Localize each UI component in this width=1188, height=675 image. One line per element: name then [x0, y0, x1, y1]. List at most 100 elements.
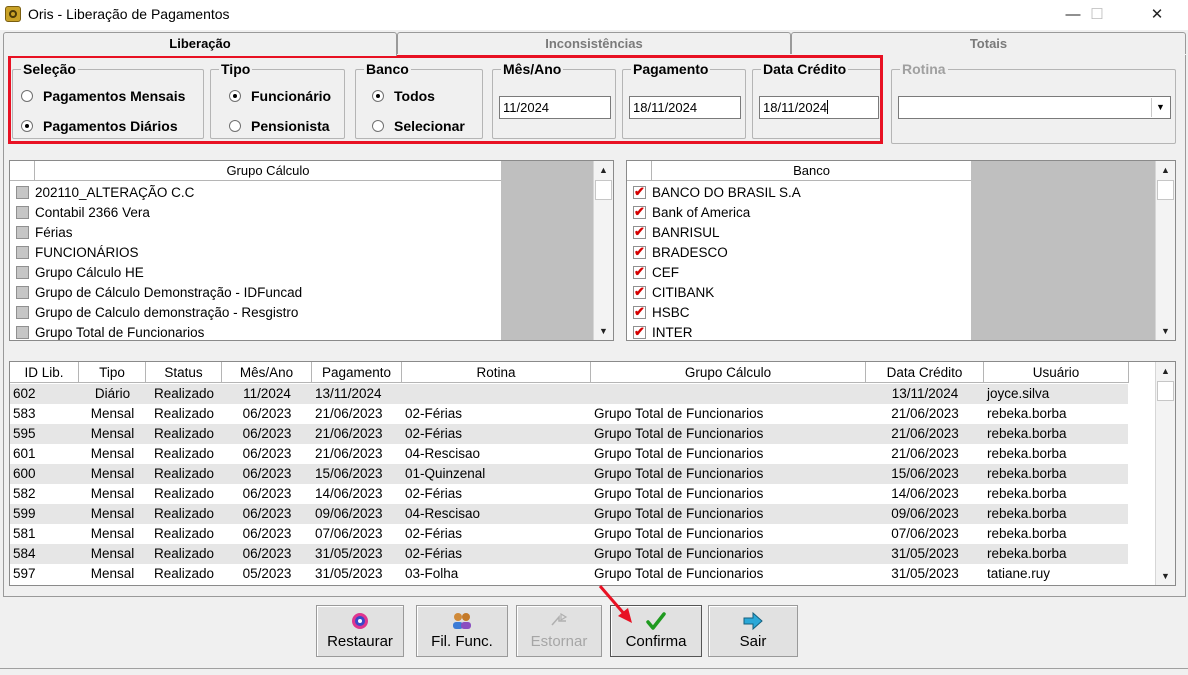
- scroll-thumb[interactable]: [595, 180, 612, 200]
- table-row[interactable]: 595 Mensal Realizado 06/2023 21/06/2023 02-Fé…: [10, 424, 1128, 444]
- restaurar-button[interactable]: Restaurar: [316, 605, 404, 657]
- data-credito-input[interactable]: 18/11/2024: [759, 96, 879, 119]
- grupo-scrollbar[interactable]: ▲ ▼: [593, 161, 613, 340]
- table-cell: 06/2023: [242, 426, 292, 441]
- table-row[interactable]: 601 Mensal Realizado 06/2023 21/06/2023 04-Re…: [10, 444, 1128, 464]
- liberacoes-grid[interactable]: ID Lib. Tipo Status Mês/Ano Pagamento Ro…: [9, 361, 1176, 586]
- table-cell: Realizado: [153, 406, 215, 421]
- table-cell: 14/06/2023: [891, 486, 959, 501]
- table-cell: [402, 384, 591, 404]
- col-pagamento[interactable]: Pagamento: [312, 362, 402, 383]
- table-row[interactable]: 597 Mensal Realizado 05/2023 31/05/2023 03-Fo…: [10, 564, 1128, 584]
- table-row[interactable]: 602 Diário Realizado 11/2024 13/11/2024 13/11…: [10, 384, 1128, 404]
- list-item[interactable]: HSBC: [627, 302, 690, 322]
- table-cell: Mensal: [90, 466, 135, 481]
- list-item[interactable]: Grupo de Calculo demonstração - Resgistr…: [10, 302, 298, 322]
- table-row[interactable]: 599 Mensal Realizado 06/2023 09/06/2023 04-Re…: [10, 504, 1128, 524]
- grupo-calculo-list[interactable]: Grupo Cálculo 202110_ALTERAÇÃO C.C Conta…: [9, 160, 614, 341]
- scroll-thumb[interactable]: [1157, 381, 1174, 401]
- checkbox[interactable]: [633, 224, 646, 240]
- radio-pagamentos-mensais[interactable]: Pagamentos Mensais: [21, 87, 185, 105]
- scroll-up-icon[interactable]: ▲: [1156, 362, 1175, 380]
- estornar-button[interactable]: Estornar: [516, 605, 602, 657]
- checkbox[interactable]: [633, 264, 646, 280]
- table-cell: Mensal: [90, 546, 135, 561]
- tab-liberacao[interactable]: Liberação: [3, 32, 397, 56]
- table-row[interactable]: 600 Mensal Realizado 06/2023 15/06/2023 01-Qu…: [10, 464, 1128, 484]
- col-data-credito[interactable]: Data Crédito: [866, 362, 984, 383]
- scroll-down-icon[interactable]: ▼: [1156, 567, 1175, 585]
- col-grupo-calculo[interactable]: Grupo Cálculo: [591, 362, 866, 383]
- scroll-up-icon[interactable]: ▲: [594, 161, 613, 179]
- fil-func-button[interactable]: Fil. Func.: [416, 605, 508, 657]
- list-item[interactable]: 202110_ALTERAÇÃO C.C: [10, 182, 194, 202]
- list-item[interactable]: Grupo Cálculo HE: [10, 262, 144, 282]
- table-cell: 05/2023: [242, 566, 292, 581]
- checkbox[interactable]: [633, 204, 646, 220]
- radio-pagamentos-diarios[interactable]: Pagamentos Diários: [21, 117, 178, 135]
- app-icon: [5, 6, 21, 22]
- table-cell: 13/11/2024: [891, 386, 959, 401]
- list-item[interactable]: INTER: [627, 322, 693, 340]
- scroll-up-icon[interactable]: ▲: [1156, 161, 1175, 179]
- checkbox[interactable]: [16, 205, 29, 219]
- table-cell: 595: [13, 426, 36, 441]
- banco-list[interactable]: Banco BANCO DO BRASIL S.A Bank of Americ…: [626, 160, 1176, 341]
- tab-inconsistencias[interactable]: Inconsistências: [397, 32, 791, 54]
- table-cell: 601: [13, 446, 36, 461]
- rotina-select[interactable]: ▼: [898, 96, 1171, 119]
- sair-button[interactable]: Sair: [708, 605, 798, 657]
- users-icon: [451, 611, 473, 631]
- col-rotina[interactable]: Rotina: [402, 362, 591, 383]
- col-usuario[interactable]: Usuário: [984, 362, 1129, 383]
- list-item[interactable]: BRADESCO: [627, 242, 728, 262]
- scroll-down-icon[interactable]: ▼: [594, 322, 613, 340]
- col-tipo[interactable]: Tipo: [79, 362, 146, 383]
- table-cell: 07/06/2023: [891, 526, 959, 541]
- list-item[interactable]: CEF: [627, 262, 679, 282]
- checkbox[interactable]: [16, 225, 29, 239]
- radio-selecionar[interactable]: Selecionar: [372, 117, 465, 135]
- checkbox[interactable]: [633, 304, 646, 320]
- list-item[interactable]: Férias: [10, 222, 73, 242]
- radio-funcionario[interactable]: Funcionário: [229, 87, 331, 105]
- tab-totais[interactable]: Totais: [791, 32, 1186, 54]
- list-item[interactable]: FUNCIONÁRIOS: [10, 242, 139, 262]
- list-item[interactable]: Grupo de Cálculo Demonstração - IDFuncad: [10, 282, 302, 302]
- table-row[interactable]: 582 Mensal Realizado 06/2023 14/06/2023 02-Fé…: [10, 484, 1128, 504]
- checkbox[interactable]: [16, 325, 29, 339]
- checkbox[interactable]: [16, 305, 29, 319]
- mes-ano-input[interactable]: 11/2024: [499, 96, 611, 119]
- list-item[interactable]: BANRISUL: [627, 222, 720, 242]
- radio-pensionista[interactable]: Pensionista: [229, 117, 330, 135]
- col-mes-ano[interactable]: Mês/Ano: [222, 362, 312, 383]
- list-item[interactable]: CITIBANK: [627, 282, 714, 302]
- scroll-thumb[interactable]: [1157, 180, 1174, 200]
- table-row[interactable]: 581 Mensal Realizado 06/2023 07/06/2023 02-Fé…: [10, 524, 1128, 544]
- chevron-down-icon[interactable]: ▼: [1151, 98, 1169, 117]
- scroll-down-icon[interactable]: ▼: [1156, 322, 1175, 340]
- banco-title: Banco: [364, 61, 411, 77]
- col-id-lib[interactable]: ID Lib.: [10, 362, 79, 383]
- checkbox[interactable]: [16, 265, 29, 279]
- checkbox[interactable]: [16, 285, 29, 299]
- table-row[interactable]: 584 Mensal Realizado 06/2023 31/05/2023 02-Fé…: [10, 544, 1128, 564]
- checkbox[interactable]: [633, 244, 646, 260]
- checkbox[interactable]: [633, 324, 646, 340]
- checkbox[interactable]: [16, 245, 29, 259]
- list-item[interactable]: Contabil 2366 Vera: [10, 202, 150, 222]
- list-item[interactable]: Bank of America: [627, 202, 750, 222]
- col-status[interactable]: Status: [146, 362, 222, 383]
- checkbox[interactable]: [633, 184, 646, 200]
- maximize-button[interactable]: ☐: [1074, 0, 1120, 30]
- radio-todos[interactable]: Todos: [372, 87, 435, 105]
- pagamento-input[interactable]: 18/11/2024: [629, 96, 741, 119]
- checkbox[interactable]: [16, 185, 29, 199]
- list-item[interactable]: Grupo Total de Funcionarios: [10, 322, 204, 340]
- table-row[interactable]: 583 Mensal Realizado 06/2023 21/06/2023 02-Fé…: [10, 404, 1128, 424]
- checkbox[interactable]: [633, 284, 646, 300]
- close-button[interactable]: ✕: [1134, 0, 1180, 30]
- grid-scrollbar[interactable]: ▲ ▼: [1155, 362, 1175, 585]
- list-item[interactable]: BANCO DO BRASIL S.A: [627, 182, 801, 202]
- banco-scrollbar[interactable]: ▲ ▼: [1155, 161, 1175, 340]
